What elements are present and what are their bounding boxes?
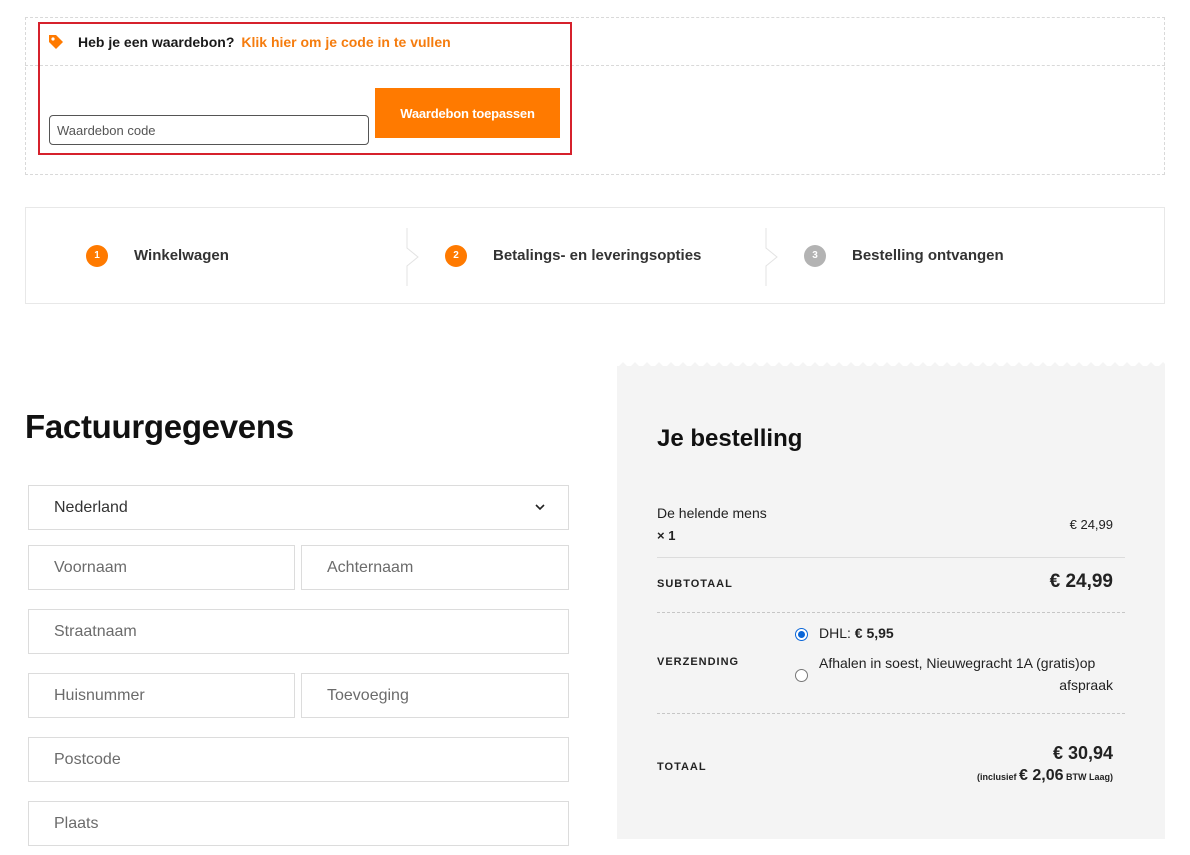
step-separator-icon xyxy=(765,228,778,286)
coupon-notice: Heb je een waardebon? Klik hier om je co… xyxy=(48,32,451,52)
first-name-field[interactable]: Voornaam xyxy=(28,545,295,590)
shipping-pickup-label-line2[interactable]: afspraak xyxy=(1059,677,1113,693)
item-quantity: × 1 xyxy=(657,528,676,543)
subtotal-value: € 24,99 xyxy=(1049,571,1113,592)
divider xyxy=(657,713,1125,714)
street-field[interactable]: Straatnaam xyxy=(28,609,569,654)
step-order-received: 3 Bestelling ontvangen xyxy=(804,208,1004,303)
first-name-placeholder: Voornaam xyxy=(54,558,127,576)
subtotal-label: SUBTOTAAL xyxy=(657,578,733,590)
step-cart: 1 Winkelwagen xyxy=(86,208,229,303)
step-number: 1 xyxy=(86,244,108,267)
addition-field[interactable]: Toevoeging xyxy=(301,673,569,718)
divider xyxy=(657,557,1125,558)
addition-placeholder: Toevoeging xyxy=(327,686,409,704)
postcode-placeholder: Postcode xyxy=(54,750,121,768)
last-name-placeholder: Achternaam xyxy=(327,558,414,576)
step-number: 3 xyxy=(804,244,826,267)
country-select[interactable]: Nederland xyxy=(28,485,569,530)
shipping-label: VERZENDING xyxy=(657,656,740,668)
step-label: Winkelwagen xyxy=(134,247,229,264)
step-payment-delivery: 2 Betalings- en leveringsopties xyxy=(445,208,701,303)
apply-coupon-button[interactable]: Waardebon toepassen xyxy=(375,88,560,138)
step-label: Betalings- en leveringsopties xyxy=(493,247,702,264)
tag-icon xyxy=(48,34,64,50)
coupon-code-link[interactable]: Klik hier om je code in te vullen xyxy=(241,34,450,50)
step-label: Bestelling ontvangen xyxy=(852,247,1004,264)
country-value: Nederland xyxy=(54,498,128,516)
item-name: De helende mens xyxy=(657,505,767,521)
shipping-dhl-option[interactable]: DHL: € 5,95 xyxy=(819,625,894,641)
step-separator-icon xyxy=(406,228,419,286)
coupon-question: Heb je een waardebon? xyxy=(78,34,235,50)
house-number-field[interactable]: Huisnummer xyxy=(28,673,295,718)
tax-prefix: (inclusief xyxy=(976,772,1017,782)
chevron-down-icon xyxy=(535,504,545,511)
shipping-dhl-radio[interactable] xyxy=(795,628,808,641)
total-value: € 30,94 xyxy=(1052,743,1113,763)
street-placeholder: Straatnaam xyxy=(54,622,137,640)
shipping-dhl-label: DHL: xyxy=(819,625,851,641)
city-placeholder: Plaats xyxy=(54,814,99,832)
zigzag-edge xyxy=(617,362,1165,368)
house-number-placeholder: Huisnummer xyxy=(54,686,145,704)
coupon-code-input[interactable] xyxy=(49,115,369,145)
shipping-dhl-price: € 5,95 xyxy=(854,625,894,641)
checkout-steps: 1 Winkelwagen 2 Betalings- en leveringso… xyxy=(25,207,1165,304)
total-label: TOTAAL xyxy=(657,761,707,773)
postcode-field[interactable]: Postcode xyxy=(28,737,569,782)
shipping-pickup-label-line1[interactable]: Afhalen in soest, Nieuwegracht 1A (grati… xyxy=(819,655,1095,671)
divider xyxy=(657,612,1125,613)
tax-note: (inclusief € 2,06 BTW Laag) xyxy=(977,767,1113,785)
tax-suffix: BTW Laag) xyxy=(1066,772,1113,782)
item-price: € 24,99 xyxy=(1069,517,1113,532)
step-number: 2 xyxy=(445,244,467,267)
last-name-field[interactable]: Achternaam xyxy=(301,545,569,590)
shipping-pickup-radio[interactable] xyxy=(795,669,808,682)
order-summary: Je bestelling De helende mens × 1 € 24,9… xyxy=(617,362,1165,839)
tax-value: € 2,06 xyxy=(1019,767,1064,784)
order-title: Je bestelling xyxy=(657,425,803,452)
city-field[interactable]: Plaats xyxy=(28,801,569,846)
billing-title: Factuurgegevens xyxy=(25,408,294,445)
